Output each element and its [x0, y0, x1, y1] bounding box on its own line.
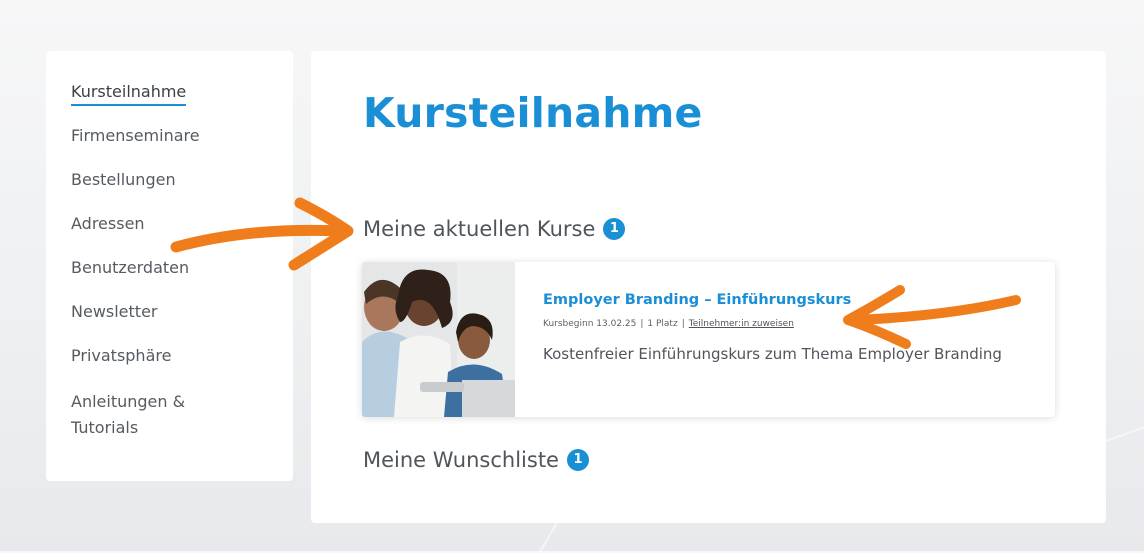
current-courses-heading-text: Meine aktuellen Kurse: [363, 217, 596, 241]
course-card: Employer Branding – Einführungskurs Kurs…: [362, 262, 1055, 417]
course-description: Kostenfreier Einführungskurs zum Thema E…: [543, 345, 1002, 363]
sidebar-item-privatsphaere[interactable]: Privatsphäre: [71, 345, 231, 367]
wishlist-heading: Meine Wunschliste 1: [363, 448, 589, 472]
course-title-link[interactable]: Employer Branding – Einführungskurs: [543, 292, 851, 308]
sidebar-item-newsletter[interactable]: Newsletter: [71, 301, 231, 323]
current-courses-heading: Meine aktuellen Kurse 1: [363, 217, 626, 241]
sidebar-item-anleitungen-tutorials[interactable]: Anleitungen & Tutorials: [71, 389, 231, 441]
course-start-date: Kursbeginn 13.02.25: [543, 319, 637, 329]
course-thumbnail[interactable]: [362, 262, 515, 417]
meta-separator: |: [640, 319, 644, 329]
course-meta: Kursbeginn 13.02.25 | 1 Platz | Teilnehmer:i…: [543, 319, 794, 329]
background-line: [1105, 419, 1144, 442]
sidebar-item-bestellungen[interactable]: Bestellungen: [71, 169, 231, 191]
course-thumbnail-image: [362, 262, 515, 417]
wishlist-count-badge: 1: [566, 449, 589, 471]
sidebar-item-benutzerdaten[interactable]: Benutzerdaten: [71, 257, 231, 279]
assign-participant-link[interactable]: Teilnehmer:in zuweisen: [689, 319, 794, 329]
main-content: Kursteilnahme Meine aktuellen Kurse 1 Em…: [311, 51, 1106, 523]
meta-separator: |: [681, 319, 685, 329]
sidebar-item-firmenseminare[interactable]: Firmenseminare: [71, 125, 231, 147]
page-title: Kursteilnahme: [363, 89, 703, 137]
sidebar: Kursteilnahme Firmenseminare Bestellunge…: [46, 51, 293, 481]
sidebar-item-adressen[interactable]: Adressen: [71, 213, 231, 235]
wishlist-heading-text: Meine Wunschliste: [363, 448, 559, 472]
current-courses-count-badge: 1: [603, 218, 626, 240]
course-seats: 1 Platz: [647, 319, 678, 329]
sidebar-item-kursteilnahme[interactable]: Kursteilnahme: [71, 81, 187, 106]
